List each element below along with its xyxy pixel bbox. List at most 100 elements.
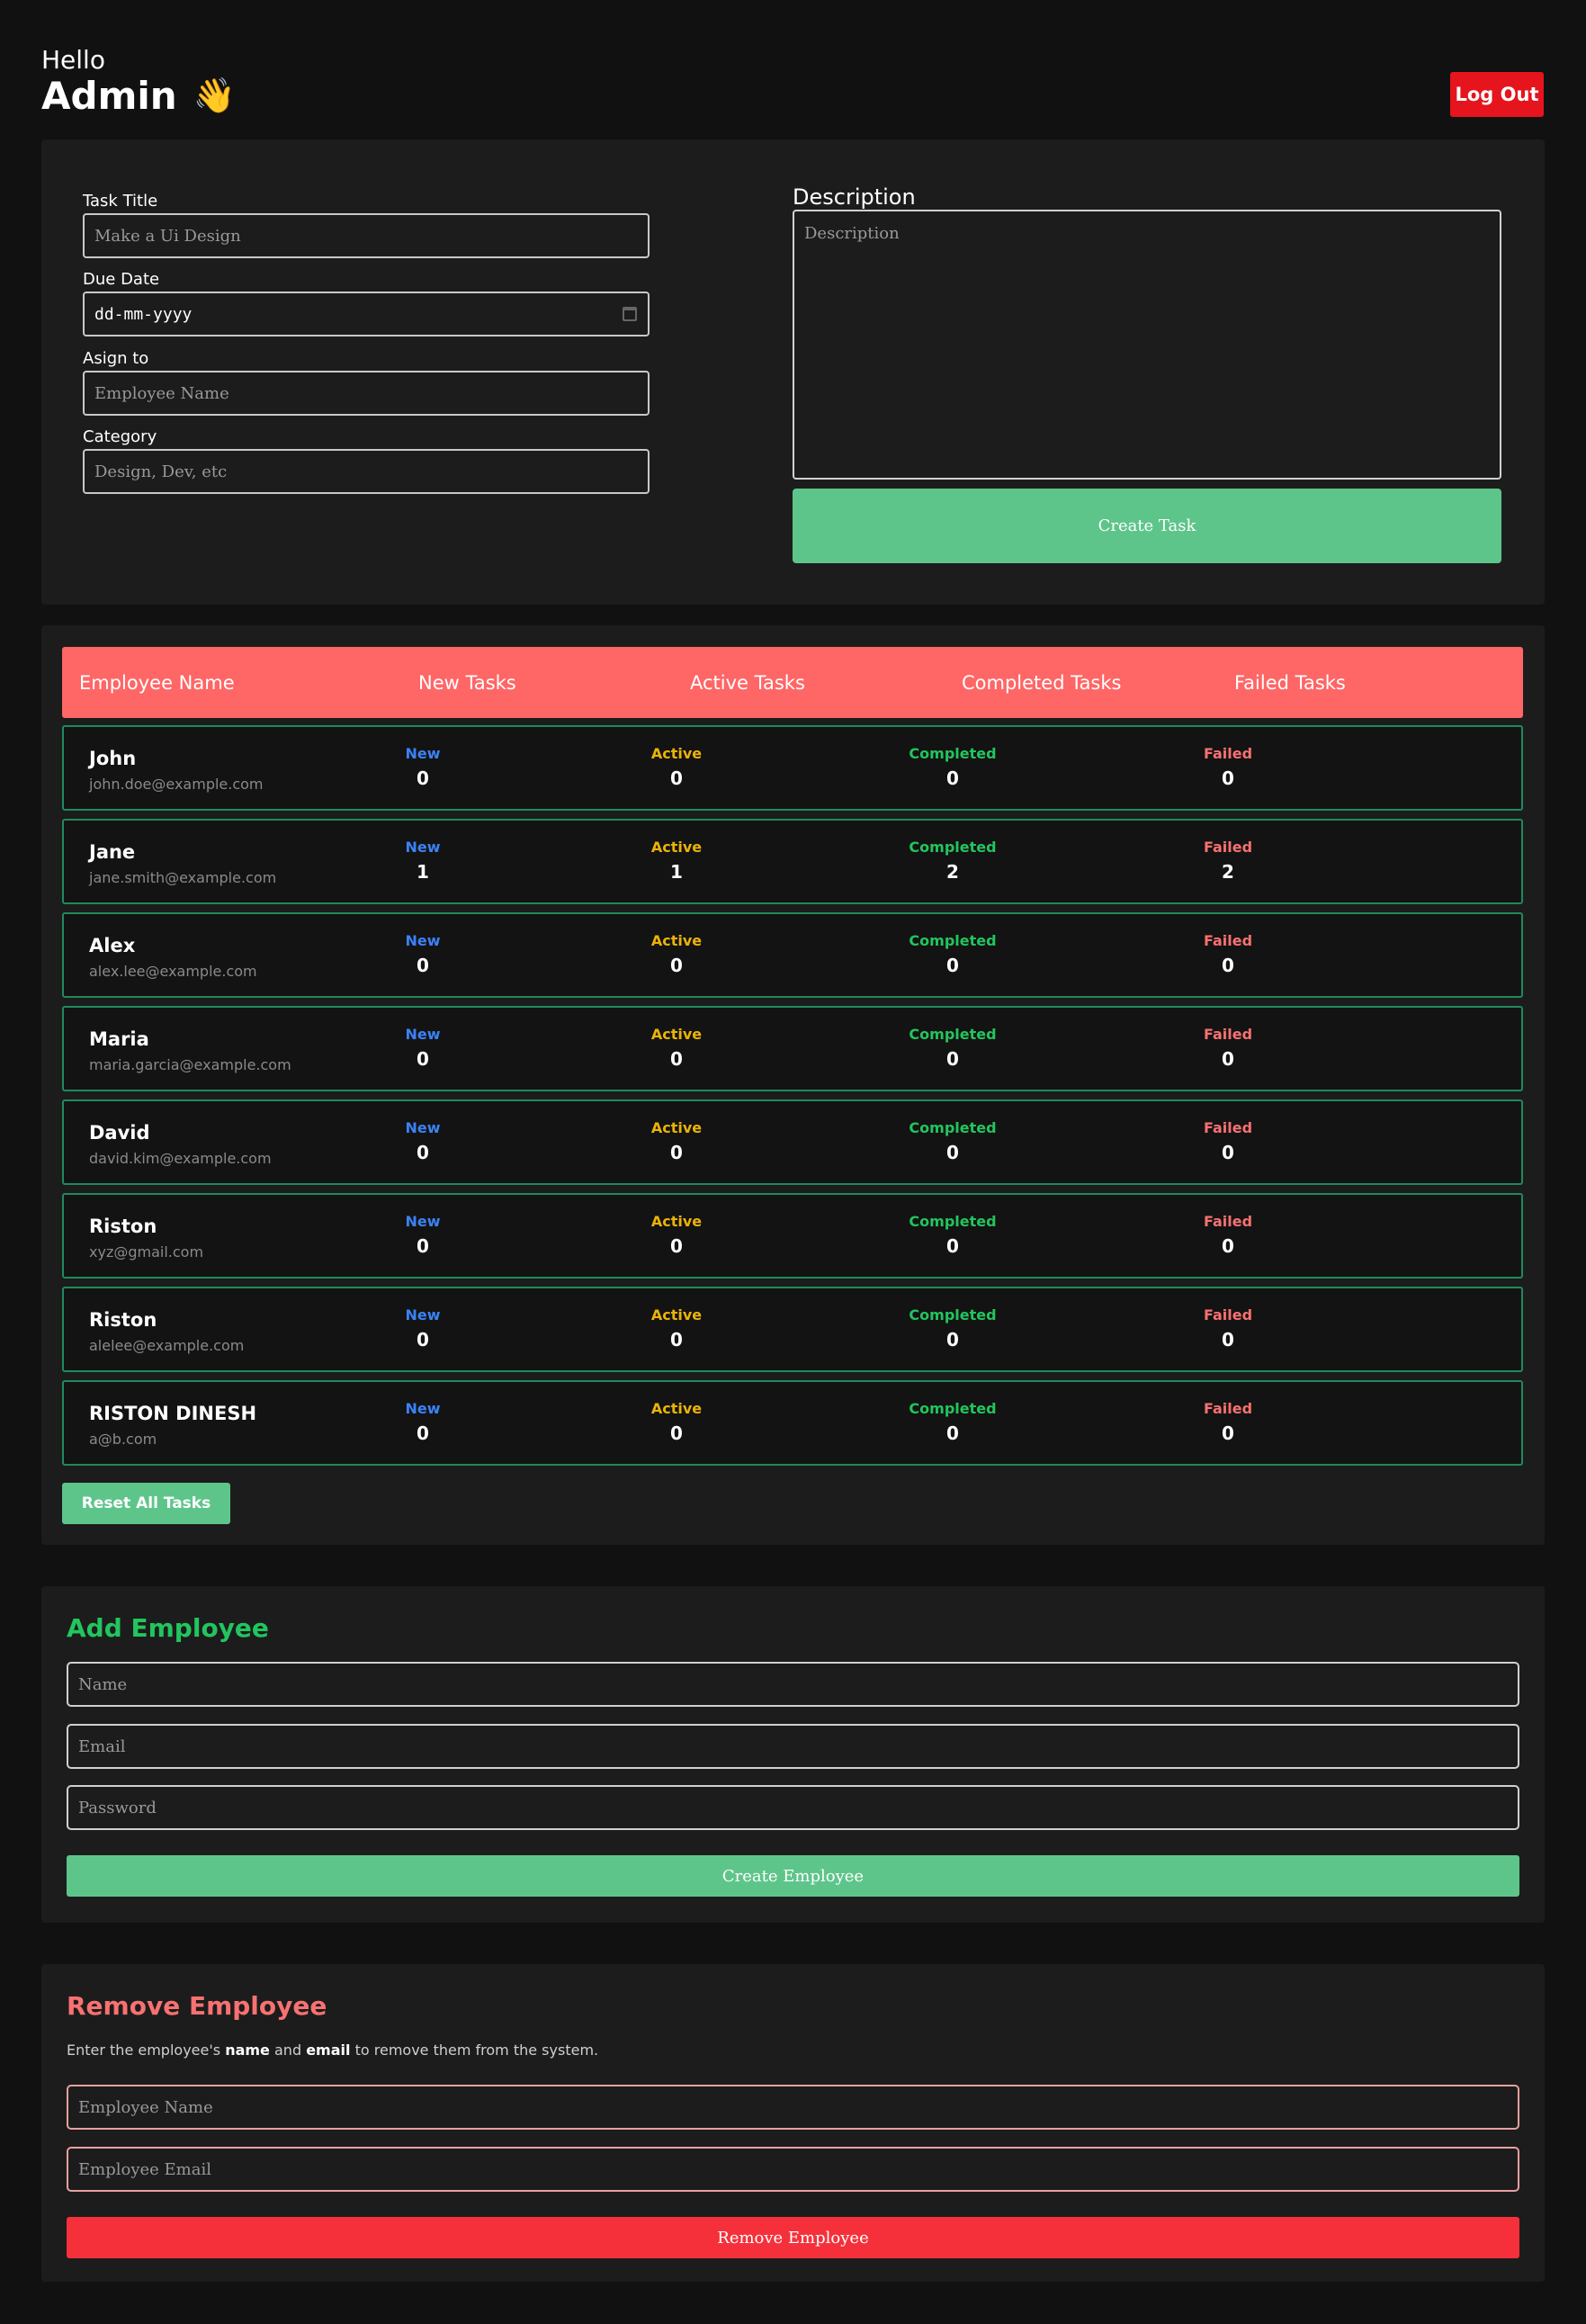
active-label: Active xyxy=(650,932,703,949)
wave-icon: 👋 xyxy=(193,76,236,115)
failed-task-stat: Failed 0 xyxy=(1174,1400,1282,1444)
employee-name: Riston xyxy=(89,1216,157,1237)
new-task-stat: New 0 xyxy=(369,1400,477,1444)
failed-task-stat: Failed 0 xyxy=(1174,1119,1282,1163)
due-date-label: Due Date xyxy=(83,270,160,289)
desc-name: name xyxy=(225,2041,270,2059)
active-task-stat: Active 0 xyxy=(623,1026,730,1070)
active-count: 0 xyxy=(670,1422,683,1444)
employee-email-field[interactable]: Email xyxy=(67,1724,1519,1769)
header-new-tasks: New Tasks xyxy=(418,672,516,694)
remove-employee-button[interactable]: Remove Employee xyxy=(67,2217,1519,2258)
desc-prefix: Enter the employee's xyxy=(67,2041,221,2059)
active-count: 1 xyxy=(670,861,683,883)
completed-count: 0 xyxy=(946,1142,959,1163)
employee-name: Jane xyxy=(89,841,136,863)
category-input[interactable]: Design, Dev, etc xyxy=(83,449,650,494)
active-label: Active xyxy=(650,1119,703,1136)
calendar-icon[interactable] xyxy=(623,307,637,321)
new-count: 1 xyxy=(417,861,429,883)
desc-email: email xyxy=(306,2041,351,2059)
table-row: John john.doe@example.com New 0 Active 0 Compl… xyxy=(62,725,1523,811)
employee-password-field[interactable]: Password xyxy=(67,1785,1519,1830)
new-count: 0 xyxy=(417,1422,429,1444)
desc-suffix: to remove them from the system. xyxy=(354,2041,599,2059)
table-row: Riston alelee@example.com New 0 Active 0 Compl… xyxy=(62,1287,1523,1372)
completed-label: Completed xyxy=(909,839,997,856)
add-employee-title: Add Employee xyxy=(67,1613,269,1643)
new-task-stat: New 0 xyxy=(369,932,477,976)
completed-task-stat: Completed 2 xyxy=(899,839,1007,883)
assign-to-input[interactable]: Employee Name xyxy=(83,371,650,416)
remove-employee-title: Remove Employee xyxy=(67,1991,327,2021)
new-label: New xyxy=(405,1119,441,1136)
new-count: 0 xyxy=(417,1048,429,1070)
remove-email-field[interactable]: Employee Email xyxy=(67,2147,1519,2192)
new-count: 0 xyxy=(417,1329,429,1350)
employee-name-field[interactable]: Name xyxy=(67,1662,1519,1707)
table-row: RISTON DINESH a@b.com New 0 Active 0 Completed… xyxy=(62,1380,1523,1466)
active-task-stat: Active 1 xyxy=(623,839,730,883)
active-task-stat: Active 0 xyxy=(623,1213,730,1257)
active-label: Active xyxy=(650,745,703,762)
failed-count: 0 xyxy=(1222,1329,1234,1350)
create-employee-button[interactable]: Create Employee xyxy=(67,1855,1519,1897)
new-label: New xyxy=(405,1400,441,1417)
new-task-stat: New 0 xyxy=(369,745,477,789)
active-task-stat: Active 0 xyxy=(623,1119,730,1163)
employee-name: Maria xyxy=(89,1028,149,1050)
table-header: Employee Name New Tasks Active Tasks Com… xyxy=(62,647,1523,718)
page-title: Admin 👋 xyxy=(41,74,236,118)
active-label: Active xyxy=(650,1213,703,1230)
header-completed-tasks: Completed Tasks xyxy=(962,672,1122,694)
header-active-tasks: Active Tasks xyxy=(690,672,805,694)
new-label: New xyxy=(405,1306,441,1324)
failed-label: Failed xyxy=(1203,839,1253,856)
completed-label: Completed xyxy=(909,932,997,949)
desc-and: and xyxy=(274,2041,302,2059)
create-task-button[interactable]: Create Task xyxy=(793,489,1501,563)
active-label: Active xyxy=(650,839,703,856)
user-name: Admin xyxy=(41,74,177,118)
reset-all-tasks-button[interactable]: Reset All Tasks xyxy=(62,1483,230,1524)
employee-email: maria.garcia@example.com xyxy=(89,1056,291,1073)
failed-label: Failed xyxy=(1203,1026,1253,1043)
new-task-stat: New 0 xyxy=(369,1026,477,1070)
category-label: Category xyxy=(83,427,157,446)
failed-task-stat: Failed 0 xyxy=(1174,1026,1282,1070)
remove-name-field[interactable]: Employee Name xyxy=(67,2085,1519,2130)
failed-label: Failed xyxy=(1203,745,1253,762)
employee-name: Riston xyxy=(89,1309,157,1331)
failed-count: 0 xyxy=(1222,767,1234,789)
failed-label: Failed xyxy=(1203,1119,1253,1136)
employee-email: alelee@example.com xyxy=(89,1337,245,1354)
failed-count: 0 xyxy=(1222,1142,1234,1163)
new-count: 0 xyxy=(417,1235,429,1257)
description-textarea[interactable]: Description xyxy=(793,210,1501,480)
completed-label: Completed xyxy=(909,1213,997,1230)
new-task-stat: New 0 xyxy=(369,1306,477,1350)
due-date-input[interactable]: dd-mm-yyyy xyxy=(83,292,650,336)
task-title-label: Task Title xyxy=(83,192,158,211)
active-count: 0 xyxy=(670,1235,683,1257)
table-row: David david.kim@example.com New 0 Active 0 Com… xyxy=(62,1099,1523,1185)
completed-task-stat: Completed 0 xyxy=(899,1119,1007,1163)
active-task-stat: Active 0 xyxy=(623,1306,730,1350)
new-count: 0 xyxy=(417,955,429,976)
active-count: 0 xyxy=(670,767,683,789)
employee-name: RISTON DINESH xyxy=(89,1403,257,1424)
employee-email: david.kim@example.com xyxy=(89,1150,272,1167)
active-label: Active xyxy=(650,1306,703,1324)
failed-count: 0 xyxy=(1222,955,1234,976)
employee-email: a@b.com xyxy=(89,1431,157,1448)
completed-count: 0 xyxy=(946,1235,959,1257)
failed-task-stat: Failed 0 xyxy=(1174,932,1282,976)
logout-button[interactable]: Log Out xyxy=(1450,72,1544,117)
assign-to-label: Asign to xyxy=(83,349,149,368)
employee-email: john.doe@example.com xyxy=(89,776,264,793)
employee-table-panel: Employee Name New Tasks Active Tasks Com… xyxy=(41,625,1545,1545)
task-title-input[interactable]: Make a Ui Design xyxy=(83,213,650,258)
failed-label: Failed xyxy=(1203,1400,1253,1417)
employee-email: xyz@gmail.com xyxy=(89,1243,204,1261)
header-failed-tasks: Failed Tasks xyxy=(1234,672,1346,694)
